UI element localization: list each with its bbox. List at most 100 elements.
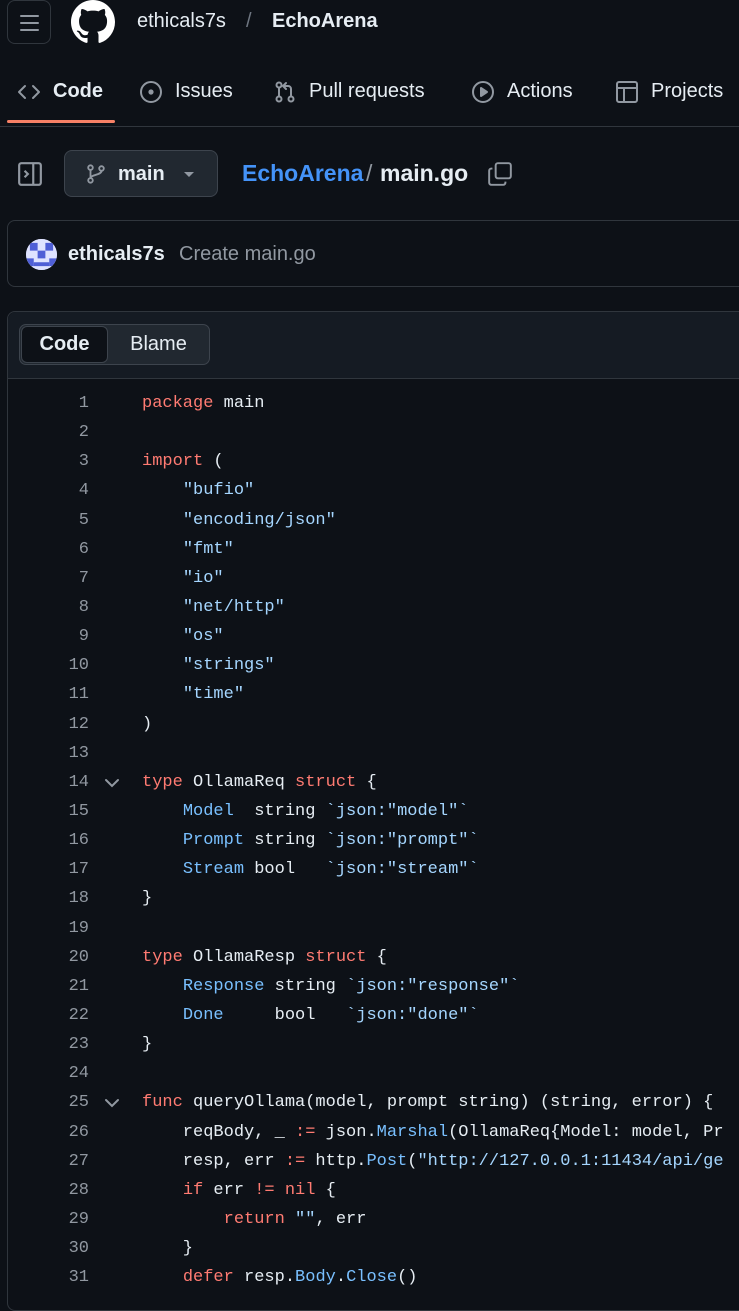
code-line: 27 resp, err := http.Post("http://127.0.… [0,1147,739,1176]
line-number[interactable]: 15 [29,797,89,826]
path-separator: / [366,160,373,186]
line-number[interactable]: 3 [29,447,89,476]
line-number[interactable]: 24 [29,1059,89,1088]
breadcrumb-separator: / [246,10,252,32]
line-number[interactable]: 13 [29,739,89,768]
line-number[interactable]: 7 [29,564,89,593]
code-token: bool [244,860,326,880]
line-text: type OllamaReq struct { [142,768,377,797]
line-number[interactable]: 27 [29,1147,89,1176]
sidebar-expand-icon[interactable] [17,161,43,187]
commit-message[interactable]: Create main.go [179,243,316,266]
line-text: return "", err [142,1205,367,1234]
code-token: resp. [233,1268,296,1288]
line-number[interactable]: 30 [29,1234,89,1263]
line-text: func queryOllama(model, prompt string) (… [142,1088,713,1117]
code-token: "encoding/json" [182,510,336,530]
code-token: "" [295,1209,316,1229]
line-number[interactable]: 23 [29,1030,89,1059]
line-number[interactable]: 18 [29,884,89,913]
line-number[interactable]: 12 [29,710,89,739]
line-number[interactable]: 28 [29,1176,89,1205]
code-view-button[interactable]: Code [21,326,108,363]
line-number[interactable]: 14 [29,768,89,797]
line-number[interactable]: 6 [29,535,89,564]
avatar[interactable] [26,239,57,270]
line-number[interactable]: 20 [29,943,89,972]
line-number[interactable]: 21 [29,972,89,1001]
tab-label: Issues [175,80,233,102]
line-text: "strings" [142,651,275,680]
blame-view-button[interactable]: Blame [108,326,209,363]
github-logo-icon[interactable] [71,0,115,44]
line-number[interactable]: 4 [29,476,89,505]
line-number[interactable]: 29 [29,1205,89,1234]
line-number[interactable]: 9 [29,622,89,651]
line-number[interactable]: 2 [29,418,89,447]
code-token: } [142,1035,153,1055]
line-number[interactable]: 26 [29,1118,89,1147]
tab-pull-requests[interactable]: Pull requests [273,58,425,125]
line-number[interactable]: 16 [29,826,89,855]
line-number[interactable]: 17 [29,855,89,884]
code-token: return [223,1209,285,1229]
code-line: 22 Done bool `json:"done"` [0,1001,739,1030]
code-token: } [142,1239,194,1259]
chevron-down-icon[interactable] [104,1097,120,1109]
line-number[interactable]: 19 [29,914,89,943]
repo-link[interactable]: EchoArena [272,10,378,33]
view-toggle: Code Blame [19,324,210,365]
code-token: resp, err [142,1151,285,1171]
code-token: bool [223,1005,347,1025]
line-number[interactable]: 5 [29,506,89,535]
line-number[interactable]: 8 [29,593,89,622]
line-number[interactable]: 22 [29,1001,89,1030]
line-number[interactable]: 31 [29,1263,89,1292]
branch-selector-button[interactable]: main [64,150,218,197]
tab-label: Pull requests [309,80,425,102]
code-token: `json:"response"` [346,976,520,996]
code-token: `json:"stream"` [325,860,479,880]
tab-projects[interactable]: Projects [615,58,723,125]
code-token: err [203,1180,255,1200]
line-text: type OllamaResp struct { [142,943,387,972]
menu-button[interactable] [7,0,51,44]
line-number[interactable]: 11 [29,680,89,709]
code-token: ( [203,452,224,472]
line-number[interactable]: 10 [29,651,89,680]
code-token: string [233,801,326,821]
tab-actions[interactable]: Actions [471,58,573,125]
tab-issues[interactable]: Issues [139,58,233,125]
code-line: 20 type OllamaResp struct { [0,943,739,972]
code-token: string [264,976,347,996]
owner-link[interactable]: ethicals7s [137,10,226,33]
line-text: "net/http" [142,593,285,622]
copy-icon[interactable] [487,161,513,187]
code-token: type [142,947,183,967]
line-number[interactable]: 1 [29,389,89,418]
path-file-name: main.go [380,160,469,186]
code-token: package [142,394,214,413]
line-text: if err != nil { [142,1176,336,1205]
selected-tab-underline [7,120,115,123]
line-number[interactable]: 25 [29,1088,89,1117]
code-token: Marshal [376,1122,449,1142]
line-text: import ( [142,447,224,476]
code-line: 21 Response string `json:"response"` [0,972,739,1001]
code-token: := [284,1151,306,1171]
line-text: reqBody, _ := json.Marshal(OllamaReq{Mod… [142,1118,724,1147]
path-repo-link[interactable]: EchoArena [242,160,363,187]
tab-code[interactable]: Code [17,58,103,125]
tab-label: Actions [507,80,573,102]
code-token: struct [295,772,357,792]
chevron-down-icon[interactable] [104,777,120,789]
code-token: { [366,947,387,967]
commit-author[interactable]: ethicals7s [68,243,165,266]
